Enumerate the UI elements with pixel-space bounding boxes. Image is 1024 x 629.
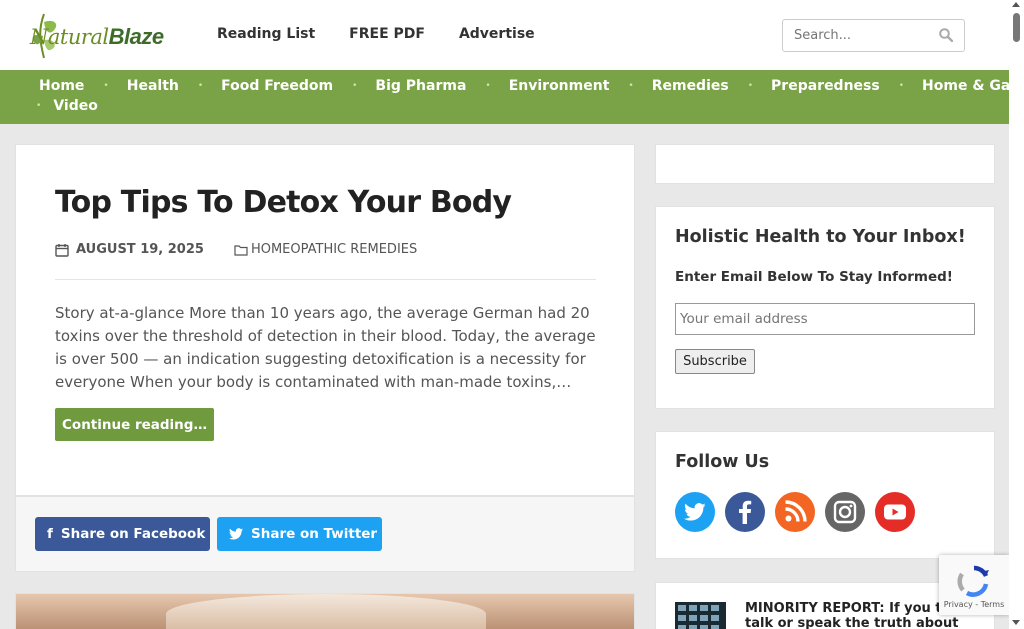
nav-row-2: • Video <box>36 98 98 114</box>
nav-separator: • <box>197 81 204 91</box>
youtube-icon[interactable] <box>875 492 915 532</box>
page-scrollbar[interactable] <box>1009 0 1024 629</box>
follow-us-title: Follow Us <box>675 452 770 472</box>
facebook-icon[interactable] <box>725 492 765 532</box>
folder-icon <box>234 244 248 256</box>
post-meta: AUGUST 19, 2025 HOMEOPATHIC REMEDIES <box>55 242 417 257</box>
sidebar-empty-widget <box>655 144 995 184</box>
nav-item-preparedness[interactable]: Preparedness <box>771 78 880 94</box>
newsletter-title: Holistic Health to Your Inbox! <box>675 227 966 247</box>
nav-separator: • <box>36 101 42 111</box>
subscribe-button[interactable]: Subscribe <box>675 349 755 374</box>
follow-us-widget: Follow Us <box>655 431 995 559</box>
site-logo[interactable]: NaturalBlaze <box>30 10 175 60</box>
nav-item-big-pharma[interactable]: Big Pharma <box>375 78 466 94</box>
recaptcha-legal[interactable]: Privacy - Terms <box>939 600 1009 609</box>
search-icon[interactable] <box>939 28 953 42</box>
search-box <box>782 19 965 52</box>
newsletter-subtitle: Enter Email Below To Stay Informed! <box>675 269 953 285</box>
scroll-up-icon[interactable] <box>1012 2 1020 7</box>
nav-separator: • <box>485 81 491 91</box>
nav-item-video[interactable]: Video <box>53 98 98 114</box>
nav-separator: • <box>628 81 634 91</box>
main-nav: Home • Health • Food Freedom • Big Pharma • … <box>0 70 1024 124</box>
advertise-link[interactable]: Advertise <box>459 26 535 42</box>
nav-item-environment[interactable]: Environment <box>509 78 610 94</box>
search-input[interactable] <box>783 20 923 51</box>
continue-reading-button[interactable]: Continue reading… <box>55 408 214 441</box>
share-twitter-label: Share on Twitter <box>251 526 378 542</box>
recaptcha-badge[interactable]: Privacy - Terms <box>939 555 1009 615</box>
free-pdf-link[interactable]: FREE PDF <box>349 26 425 42</box>
site-header: NaturalBlaze Reading List FREE PDF Adver… <box>0 0 1009 70</box>
logo-natural: Natural <box>30 25 109 49</box>
post-image-subject <box>166 594 486 629</box>
social-links <box>675 492 915 532</box>
nav-separator: • <box>747 81 754 91</box>
next-post-image[interactable] <box>15 593 635 629</box>
post-date: AUGUST 19, 2025 <box>76 242 204 257</box>
scrollbar-thumb[interactable] <box>1013 13 1020 42</box>
nav-separator: • <box>352 81 358 91</box>
share-twitter-button[interactable]: Share on Twitter <box>217 517 382 551</box>
nav-separator: • <box>898 81 905 91</box>
divider <box>55 279 596 280</box>
logo-blaze: Blaze <box>108 24 164 49</box>
nav-item-health[interactable]: Health <box>127 78 179 94</box>
newsletter-widget: Holistic Health to Your Inbox! Enter Ema… <box>655 206 995 409</box>
post-excerpt: Story at-a-glance More than 10 years ago… <box>55 304 596 391</box>
nav-separator: • <box>103 81 109 91</box>
news-thumbnail[interactable] <box>675 602 726 629</box>
nav-item-remedies[interactable]: Remedies <box>652 78 729 94</box>
calendar-icon <box>55 243 69 257</box>
post-card: Top Tips To Detox Your Body AUGUST 19, 2… <box>15 144 635 496</box>
rss-icon[interactable] <box>775 492 815 532</box>
reading-list-link[interactable]: Reading List <box>217 26 315 42</box>
nav-row-1: Home • Health • Food Freedom • Big Pharma • … <box>39 78 1024 94</box>
email-field[interactable] <box>675 303 975 335</box>
share-facebook-button[interactable]: f Share on Facebook <box>35 517 210 551</box>
recaptcha-icon <box>957 565 989 597</box>
nav-item-home[interactable]: Home <box>39 78 84 94</box>
instagram-icon[interactable] <box>825 492 865 532</box>
facebook-icon: f <box>47 526 53 542</box>
top-links: Reading List FREE PDF Advertise <box>217 26 569 42</box>
post-title[interactable]: Top Tips To Detox Your Body <box>55 185 512 220</box>
twitter-bird-icon <box>229 528 243 540</box>
share-bar: f Share on Facebook Share on Twitter <box>15 496 635 572</box>
logo-text: NaturalBlaze <box>30 24 164 50</box>
post-category[interactable]: HOMEOPATHIC REMEDIES <box>251 242 417 257</box>
scroll-down-icon[interactable] <box>1012 620 1020 625</box>
twitter-icon[interactable] <box>675 492 715 532</box>
share-facebook-label: Share on Facebook <box>60 526 206 542</box>
nav-item-food-freedom[interactable]: Food Freedom <box>221 78 333 94</box>
